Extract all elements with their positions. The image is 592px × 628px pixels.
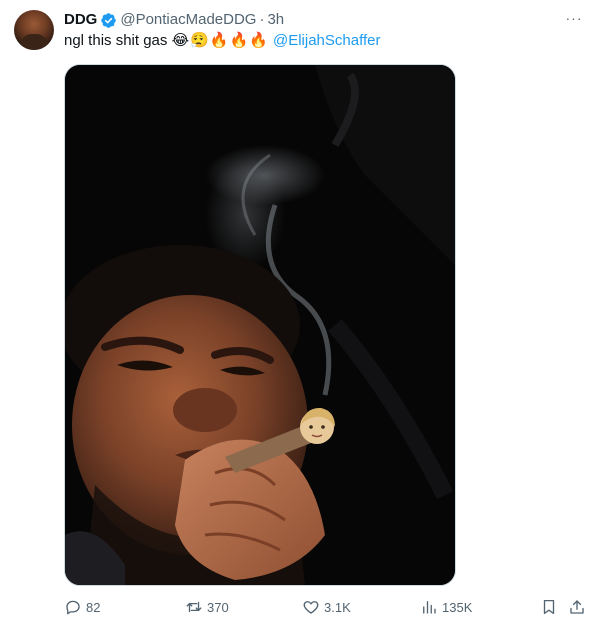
share-button[interactable] [568, 596, 586, 618]
reply-bubble-icon [66, 600, 80, 615]
author-avatar[interactable] [14, 10, 54, 50]
tweet-media-photo[interactable] [64, 64, 456, 586]
separator-dot: · [259, 11, 265, 28]
mention-link[interactable]: @ElijahSchaffer [273, 32, 381, 49]
more-dots-icon[interactable]: ··· [562, 8, 586, 28]
like-count: 3.1K [324, 599, 351, 615]
views-button[interactable]: 135K [420, 596, 472, 618]
tweet-timestamp[interactable]: 3h [267, 10, 284, 30]
repost-arrows-icon [186, 601, 202, 613]
bookmark-button[interactable] [540, 596, 558, 618]
tweet-emojis: 😂😮‍💨🔥🔥🔥 [171, 32, 269, 49]
tweet-body: ngl this shit gas [64, 32, 168, 49]
repost-count: 370 [207, 599, 229, 615]
bar-chart-icon [423, 601, 436, 614]
tweet-header: DDG @PontiacMadeDDG · 3h [64, 10, 578, 30]
author-name[interactable]: DDG [64, 10, 97, 30]
views-count: 135K [442, 599, 473, 615]
repost-button[interactable]: 370 [185, 596, 229, 618]
bookmark-icon [543, 599, 555, 615]
avatar-figure [20, 34, 48, 50]
heart-icon [303, 601, 319, 614]
reply-button[interactable]: 82 [64, 596, 100, 618]
verified-badge-icon [101, 12, 117, 28]
tweet-text: ngl this shit gas 😂😮‍💨🔥🔥🔥 @ElijahSchaffe… [64, 31, 578, 51]
like-button[interactable]: 3.1K [302, 596, 351, 618]
author-handle[interactable]: @PontiacMadeDDG [120, 10, 256, 30]
share-upload-icon [570, 600, 584, 614]
reply-count: 82 [86, 599, 101, 615]
photo-illustration [65, 65, 455, 585]
tweet-actions: 82 370 3.1K 135K [64, 596, 592, 618]
